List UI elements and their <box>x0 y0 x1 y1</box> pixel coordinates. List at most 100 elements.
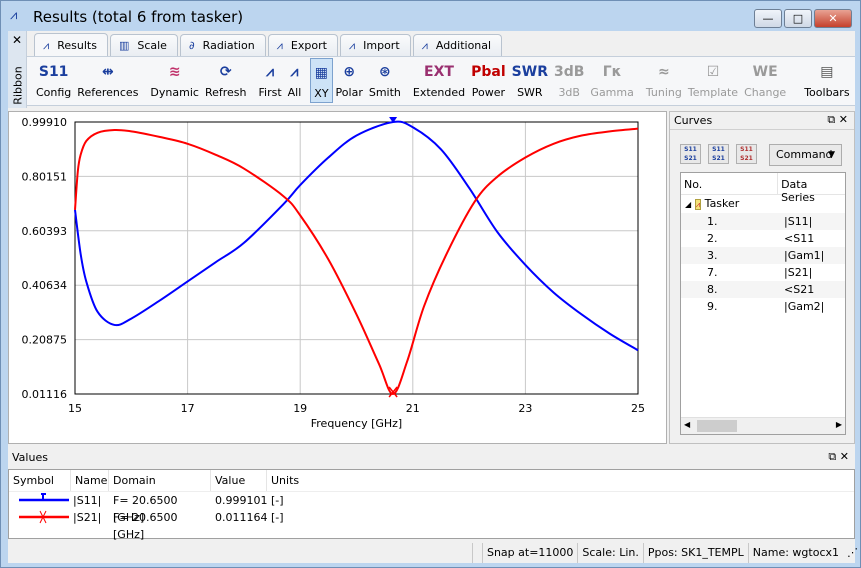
horizontal-scrollbar[interactable]: ◀ ▶ <box>681 417 845 434</box>
title-bar: ⩘ Results (total 6 from tasker) — □ ✕ <box>1 1 860 31</box>
xy-chart[interactable]: 0.99910 0.80151 0.60393 0.40634 0.20875 0.011… <box>9 112 666 443</box>
xy-button[interactable]: ▦ XY <box>310 58 333 103</box>
refresh-icon: ⟳ <box>219 64 232 80</box>
values-row[interactable]: |S21| F= 20.6500 [GHz] 0.011164 [-] <box>9 509 854 541</box>
col-series[interactable]: Data Series <box>778 173 845 204</box>
extended-button[interactable]: EXT Extended <box>410 58 468 103</box>
button-label: XY <box>314 87 329 100</box>
dynamic-button[interactable]: ≋ Dynamic <box>147 58 202 103</box>
ribbon-side: ✕ Ribbon <box>8 31 27 108</box>
smith-icon: ⊛ <box>379 64 391 80</box>
smith-button[interactable]: ⊛ Smith <box>366 58 404 103</box>
close-icon[interactable]: ✕ <box>839 113 848 126</box>
first-icon: ⩘ <box>266 64 275 80</box>
folder-icon: ⩘ <box>694 199 702 210</box>
status-snap: Snap at=11000 <box>481 543 577 563</box>
symbol-icon <box>19 493 69 502</box>
value-units: [-] <box>271 494 284 507</box>
references-button[interactable]: ⇹ References <box>74 58 141 103</box>
tab-additional[interactable]: ⩘ Additional <box>412 34 503 56</box>
curves-panel: Curves ⧉ ✕ S11 S21 S11 S21 S11 S21 Command ▼ … <box>669 111 855 444</box>
col-value[interactable]: Value <box>211 470 267 491</box>
close-icon[interactable]: ✕ <box>840 450 849 463</box>
status-bar: Snap at=11000 Scale: Lin. Ppos: SK1_TEMP… <box>8 543 858 563</box>
col-domain[interactable]: Domain <box>109 470 211 491</box>
gamma-button[interactable]: Γκ Gamma <box>587 58 636 103</box>
float-icon[interactable]: ⧉ <box>827 113 835 126</box>
curve-row[interactable]: 2. <S11 <box>681 230 845 247</box>
x-tick-label: 23 <box>518 402 532 415</box>
tab-icon: ⩘ <box>276 38 283 52</box>
config-button[interactable]: S11 Config <box>33 58 74 103</box>
polar-button[interactable]: ⊕ Polar <box>333 58 366 103</box>
value-units: [-] <box>271 511 284 524</box>
curve-row[interactable]: 7. |S21| <box>681 264 845 281</box>
xy-icon: ▦ <box>314 65 329 81</box>
toolbars-button[interactable]: ▤ Toolbars <box>801 58 852 103</box>
button-label: All <box>287 86 302 99</box>
button-label: Smith <box>368 86 401 99</box>
tuning-button[interactable]: ≈ Tuning <box>643 58 685 103</box>
tab-results[interactable]: ⩘ Results <box>34 33 108 57</box>
minimize-button[interactable]: — <box>754 9 782 28</box>
tab-icon: ⩘ <box>348 38 356 52</box>
ribbon-label[interactable]: Ribbon <box>12 64 25 108</box>
button-label: Power <box>471 86 506 99</box>
curve-row[interactable]: 1. |S11| <box>681 213 845 230</box>
float-icon[interactable]: ⧉ <box>828 450 836 463</box>
x-tick-label: 17 <box>181 402 195 415</box>
col-units[interactable]: Units <box>267 470 299 491</box>
3db-button[interactable]: 3dB 3dB <box>551 58 587 103</box>
tab-label: Import <box>363 39 400 52</box>
close-button[interactable]: ✕ <box>814 9 852 28</box>
button-label: Extended <box>412 86 466 99</box>
curves-title: Curves <box>674 114 713 127</box>
value-value: 0.011164 <box>215 511 268 524</box>
tree-group-tasker[interactable]: ◢ ⩘ Tasker <box>681 195 845 213</box>
dynamic-icon: ≋ <box>168 64 181 80</box>
maximize-button[interactable]: □ <box>784 9 812 28</box>
show-curves-button[interactable]: S11 S21 <box>708 144 729 164</box>
col-symbol[interactable]: Symbol <box>9 470 71 491</box>
all-button[interactable]: ⩘ All <box>285 58 305 103</box>
button-label: References <box>77 86 139 99</box>
app-icon: ⩘ <box>10 8 18 23</box>
resize-grip[interactable]: ⋰ <box>843 543 858 563</box>
curve-series: |S21| <box>784 266 813 279</box>
tab-radiation[interactable]: ∂ Radiation <box>179 34 266 56</box>
tab-export[interactable]: ⩘ Export <box>267 34 338 56</box>
col-no[interactable]: No. <box>681 173 779 194</box>
ribbon-close-button[interactable]: ✕ <box>12 33 22 47</box>
x-tick-label: 15 <box>68 402 82 415</box>
status-scale: Scale: Lin. <box>577 543 642 563</box>
sort-curves-button[interactable]: S11 S21 <box>680 144 701 164</box>
curve-no: 8. <box>707 283 718 296</box>
tab-import[interactable]: ⩘ Import <box>339 34 411 56</box>
hide-curves-button[interactable]: S11 S21 <box>736 144 757 164</box>
refresh-button[interactable]: ⟳ Refresh <box>202 58 250 103</box>
col-name[interactable]: Name <box>71 470 109 491</box>
command-dropdown[interactable]: Command ▼ <box>769 144 842 166</box>
button-label: Gamma <box>590 86 634 99</box>
value-name: |S11| <box>73 494 102 507</box>
y-tick-label: 0.01116 <box>22 388 68 401</box>
tab-label: Scale <box>137 39 167 52</box>
button-label: Config <box>36 86 72 99</box>
curve-row[interactable]: 9. |Gam2| <box>681 298 845 315</box>
change-button[interactable]: WE Change <box>741 58 789 103</box>
power-button[interactable]: Pbal Power <box>468 58 509 103</box>
button-label: First <box>258 86 282 99</box>
toolbars-icon: ▤ <box>820 64 834 80</box>
symbol-icon <box>19 510 69 524</box>
expand-icon[interactable]: ◢ <box>685 200 691 209</box>
values-row[interactable]: |S11| F= 20.6500 [GHz] 0.999101 [-] <box>9 492 854 524</box>
template-button[interactable]: ☑ Template <box>685 58 741 103</box>
curve-row[interactable]: 8. <S21 <box>681 281 845 298</box>
plot-frame <box>74 121 639 395</box>
first-button[interactable]: ⩘ First <box>255 58 284 103</box>
curve-row[interactable]: 3. |Gam1| <box>681 247 845 264</box>
tab-label: Radiation <box>202 39 255 52</box>
tab-scale[interactable]: ▥ Scale <box>109 34 178 56</box>
swr-button[interactable]: SWR SWR <box>509 58 551 103</box>
curve-no: 2. <box>707 232 718 245</box>
